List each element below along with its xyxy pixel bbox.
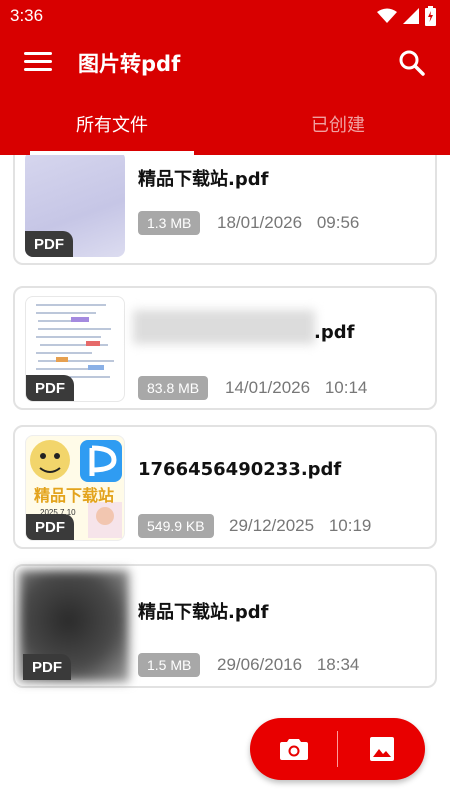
- wifi-icon: [377, 8, 397, 23]
- menu-button[interactable]: [24, 52, 52, 74]
- pdf-badge: PDF: [26, 514, 74, 540]
- file-size-badge: 83.8 MB: [138, 376, 209, 400]
- file-thumbnail: PDF: [25, 155, 125, 257]
- tab-bar: 所有文件 已创建: [0, 92, 450, 155]
- file-date-time: 09:56: [316, 213, 360, 232]
- search-button[interactable]: [398, 49, 426, 77]
- file-thumbnail: 精品下载站 2025.7.10 PDF: [25, 435, 125, 541]
- file-date-time: 10:19: [328, 516, 372, 535]
- file-name: 1766456490233.pdf: [138, 459, 342, 480]
- status-icons: [377, 6, 436, 26]
- gallery-button[interactable]: [338, 718, 425, 780]
- file-name: .pdf: [314, 322, 355, 343]
- file-thumbnail: PDF: [25, 296, 125, 402]
- file-date-day: 29/12/2025: [229, 516, 315, 535]
- app-bar: 图片转pdf: [0, 32, 450, 92]
- camera-icon: [279, 739, 308, 760]
- file-card[interactable]: PDF .pdf 83.8 MB 14/01/2026 10:14: [13, 286, 437, 410]
- file-date: 29/06/2016 18:34: [217, 655, 359, 675]
- file-date: 29/12/2025 10:19: [229, 516, 371, 536]
- status-bar: 3:36: [0, 0, 450, 32]
- file-date-day: 29/06/2016: [217, 655, 303, 674]
- file-card[interactable]: PDF 精品下载站.pdf 1.3 MB 18/01/2026 09:56: [13, 155, 437, 265]
- menu-icon: [24, 52, 52, 71]
- tab-created[interactable]: 已创建: [256, 92, 420, 155]
- app-title: 图片转pdf: [78, 52, 181, 76]
- fab-group: [250, 718, 425, 780]
- pdf-badge: PDF: [26, 375, 74, 401]
- battery-icon: [425, 6, 436, 26]
- file-date-day: 14/01/2026: [225, 378, 311, 397]
- image-icon: [369, 737, 394, 761]
- file-card[interactable]: 精品下载站 2025.7.10 PDF 1766456490233.pdf 54…: [13, 425, 437, 549]
- search-icon: [399, 50, 425, 76]
- file-size-badge: 1.3 MB: [138, 211, 201, 235]
- file-size-badge: 549.9 KB: [138, 514, 214, 538]
- redacted-name-block: [133, 310, 315, 344]
- file-name: 精品下载站.pdf: [138, 602, 269, 623]
- file-list[interactable]: PDF 精品下载站.pdf 1.3 MB 18/01/2026 09:56 PD…: [0, 155, 450, 800]
- file-card[interactable]: PDF 精品下载站.pdf 1.5 MB 29/06/2016 18:34: [13, 564, 437, 688]
- file-date-time: 18:34: [316, 655, 360, 674]
- file-thumbnail: PDF: [17, 568, 131, 686]
- thumb-caption: 精品下载站: [34, 486, 115, 505]
- status-time: 3:36: [10, 6, 44, 25]
- file-date: 18/01/2026 09:56: [217, 213, 359, 233]
- camera-button[interactable]: [250, 718, 337, 780]
- file-date: 14/01/2026 10:14: [225, 378, 367, 398]
- file-date-time: 10:14: [324, 378, 368, 397]
- tab-all-files[interactable]: 所有文件: [30, 92, 194, 155]
- file-size-badge: 1.5 MB: [138, 653, 201, 677]
- file-name: 精品下载站.pdf: [138, 169, 269, 190]
- pdf-badge: PDF: [23, 654, 71, 680]
- signal-icon: [403, 8, 419, 24]
- pdf-badge: PDF: [25, 231, 73, 257]
- file-date-day: 18/01/2026: [217, 213, 303, 232]
